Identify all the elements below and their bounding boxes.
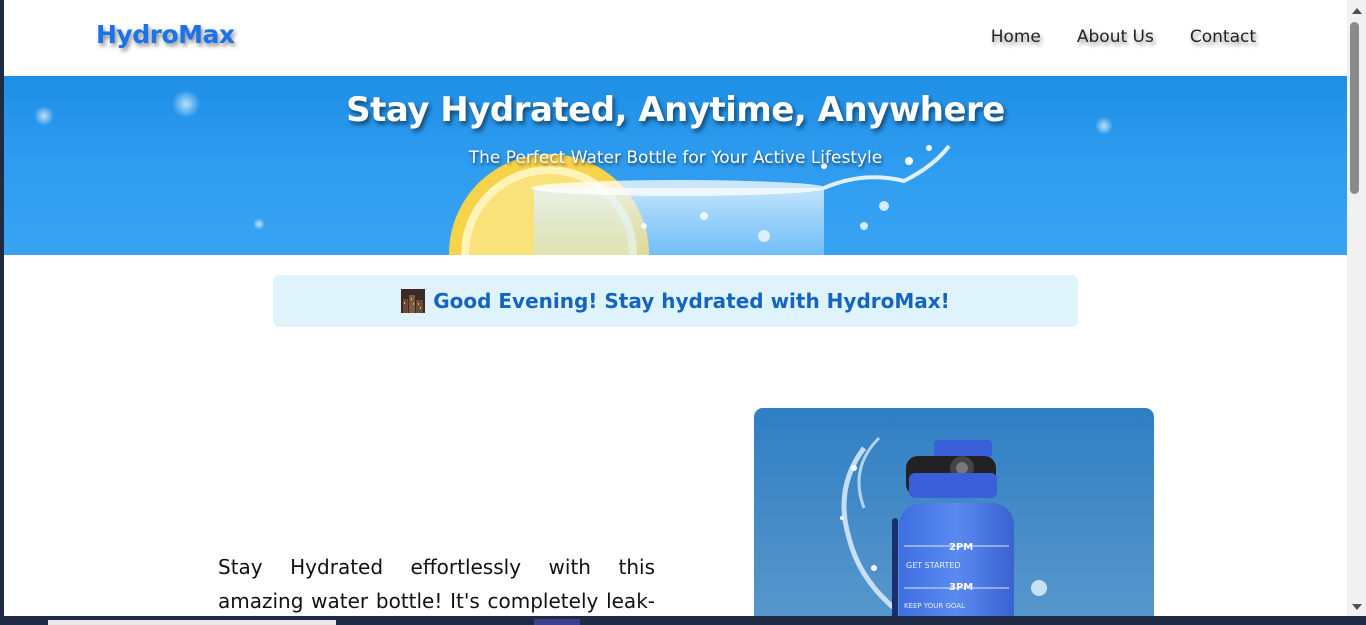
scroll-up-arrow-icon[interactable] — [1352, 8, 1362, 14]
night-city-icon — [401, 289, 426, 313]
vertical-scrollbar[interactable] — [1347, 0, 1366, 616]
taskbar-item-active[interactable] — [534, 619, 580, 625]
hero-subtitle: The Perfect Water Bottle for Your Active… — [468, 148, 883, 168]
scroll-thumb[interactable] — [1350, 22, 1359, 194]
bottle-label-keep-goal: KEEP YOUR GOAL — [904, 602, 965, 610]
taskbar-item[interactable] — [48, 620, 336, 625]
greeting-banner: Good Evening! Stay hydrated with HydroMa… — [273, 275, 1078, 327]
site-header: HydroMax Home About Us Contact — [4, 0, 1347, 76]
bottle-label-3pm: 3PM — [949, 582, 973, 593]
greeting-text: Good Evening! Stay hydrated with HydroMa… — [433, 289, 950, 313]
hero-banner: Stay Hydrated, Anytime, Anywhere The Per… — [4, 76, 1347, 255]
nav-home-link[interactable]: Home — [991, 27, 1041, 47]
product-image: 2PM GET STARTED 3PM KEEP YOUR GOAL — [754, 408, 1154, 616]
water-bottle-image: 2PM GET STARTED 3PM KEEP YOUR GOAL — [840, 436, 1047, 616]
nav-about-link[interactable]: About Us — [1077, 27, 1154, 47]
main-nav: Home About Us Contact — [991, 27, 1256, 47]
scroll-down-arrow-icon[interactable] — [1352, 604, 1362, 610]
site-logo[interactable]: HydroMax — [96, 20, 235, 49]
product-description: Stay Hydrated effortlessly with this ama… — [218, 555, 655, 613]
nav-contact-link[interactable]: Contact — [1190, 27, 1256, 47]
browser-viewport: HydroMax Home About Us Contact Stay Hydr… — [4, 0, 1347, 616]
hero-title: Stay Hydrated, Anytime, Anywhere — [346, 90, 1005, 130]
bottle-label-2pm: 2PM — [949, 542, 973, 553]
bottle-label-get-started: GET STARTED — [906, 561, 961, 570]
